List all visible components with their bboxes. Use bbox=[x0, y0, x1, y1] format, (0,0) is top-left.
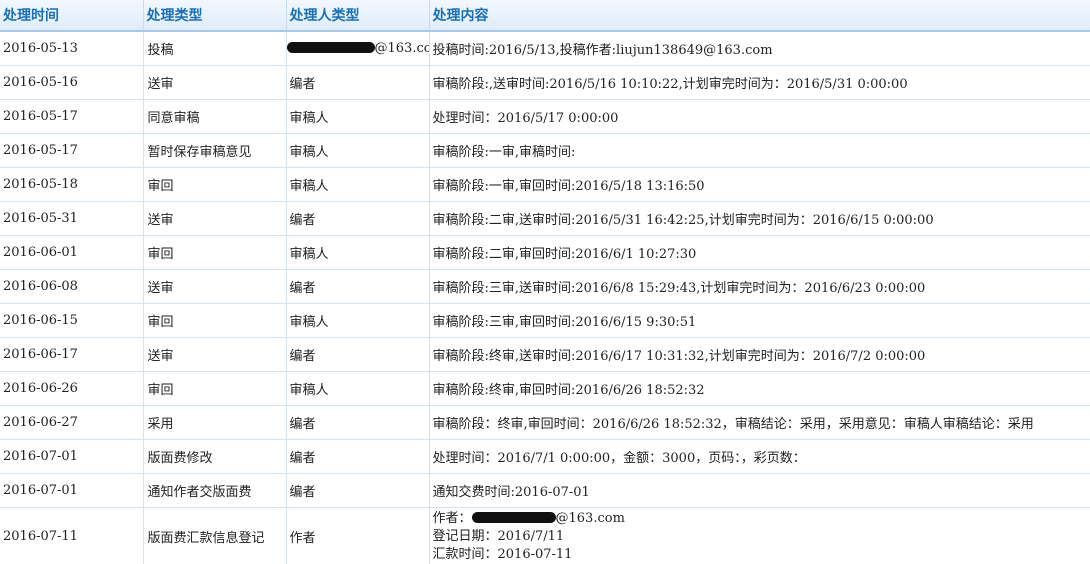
cell-content: 审稿阶段:二审,审回时间:2016/6/1 10:27:30 bbox=[429, 235, 1090, 270]
cell-type: 审回 bbox=[143, 167, 287, 202]
header-time: 处理时间 bbox=[0, 0, 144, 32]
cell-type: 版面费修改 bbox=[143, 439, 287, 474]
cell-content: 审稿阶段:一审,审稿时间: bbox=[429, 133, 1090, 168]
table-row: 2016-05-13 投稿 @163.com 投稿时间:2016/5/13,投稿… bbox=[0, 31, 1090, 66]
cell-content: 处理时间：2016/5/17 0:00:00 bbox=[429, 99, 1090, 134]
header-role: 处理人类型 bbox=[286, 0, 430, 32]
cell-type: 送审 bbox=[143, 269, 287, 304]
cell-time: 2016-05-13 bbox=[0, 31, 144, 66]
redacted-email-suffix: @163.com bbox=[374, 41, 429, 56]
cell-type: 审回 bbox=[143, 235, 287, 270]
table-header-row: 处理时间 处理类型 处理人类型 处理内容 bbox=[0, 0, 1090, 32]
cell-role: 审稿人 bbox=[286, 303, 430, 338]
redaction-mark bbox=[471, 512, 556, 523]
cell-role: 编者 bbox=[286, 405, 430, 440]
cell-type: 送审 bbox=[143, 201, 287, 236]
cell-role: 编者 bbox=[286, 439, 430, 474]
table-row: 2016-05-18 审回 审稿人 审稿阶段:一审,审回时间:2016/5/18… bbox=[0, 167, 1090, 202]
table-row: 2016-06-15 审回 审稿人 审稿阶段:三审,审回时间:2016/6/15… bbox=[0, 303, 1090, 338]
cell-time: 2016-06-15 bbox=[0, 303, 144, 338]
cell-role: 审稿人 bbox=[286, 235, 430, 270]
cell-content: 通知交费时间:2016-07-01 bbox=[429, 473, 1090, 508]
cell-time: 2016-05-17 bbox=[0, 133, 144, 168]
cell-content: 投稿时间:2016/5/13,投稿作者:liujun138649@163.com bbox=[429, 31, 1090, 66]
cell-time: 2016-05-17 bbox=[0, 99, 144, 134]
redaction-mark bbox=[286, 42, 375, 53]
table-row: 2016-06-01 审回 审稿人 审稿阶段:二审,审回时间:2016/6/1 … bbox=[0, 235, 1090, 270]
cell-time: 2016-05-18 bbox=[0, 167, 144, 202]
cell-role: 编者 bbox=[286, 65, 430, 100]
remittance-time-line: 汇款时间：2016-07-11 bbox=[432, 547, 573, 562]
cell-time: 2016-06-27 bbox=[0, 405, 144, 440]
cell-type: 暂时保存审稿意见 bbox=[143, 133, 287, 168]
cell-content: 审稿阶段:三审,审回时间:2016/6/15 9:30:51 bbox=[429, 303, 1090, 338]
cell-content: 审稿阶段:一审,审回时间:2016/5/18 13:16:50 bbox=[429, 167, 1090, 202]
cell-content: 审稿阶段:三审,送审时间:2016/6/8 15:29:43,计划审完时间为：2… bbox=[429, 269, 1090, 304]
cell-type: 审回 bbox=[143, 303, 287, 338]
table-row: 2016-06-26 审回 审稿人 审稿阶段:终审,审回时间:2016/6/26… bbox=[0, 371, 1090, 406]
cell-time: 2016-05-31 bbox=[0, 201, 144, 236]
table-row: 2016-05-16 送审 编者 审稿阶段:,送审时间:2016/5/16 10… bbox=[0, 65, 1090, 100]
cell-content: 审稿阶段:终审,审回时间:2016/6/26 18:52:32 bbox=[429, 371, 1090, 406]
cell-type: 同意审稿 bbox=[143, 99, 287, 134]
cell-role: 审稿人 bbox=[286, 133, 430, 168]
cell-role: 编者 bbox=[286, 337, 430, 372]
table-row: 2016-05-17 同意审稿 审稿人 处理时间：2016/5/17 0:00:… bbox=[0, 99, 1090, 134]
cell-role: 编者 bbox=[286, 201, 430, 236]
cell-role: @163.com bbox=[286, 31, 430, 66]
table-row: 2016-07-01 版面费修改 编者 处理时间：2016/7/1 0:00:0… bbox=[0, 439, 1090, 474]
cell-content: 审稿阶段:终审,送审时间:2016/6/17 10:31:32,计划审完时间为：… bbox=[429, 337, 1090, 372]
registration-date-line: 登记日期：2016/7/11 bbox=[432, 529, 565, 544]
header-type: 处理类型 bbox=[143, 0, 287, 32]
cell-role: 编者 bbox=[286, 473, 430, 508]
cell-type: 送审 bbox=[143, 337, 287, 372]
cell-content: 处理时间：2016/7/1 0:00:00，金额：3000，页码：，彩页数： bbox=[429, 439, 1090, 474]
table-row: 2016-06-27 采用 编者 审稿阶段：终审,审回时间：2016/6/26 … bbox=[0, 405, 1090, 440]
cell-role: 审稿人 bbox=[286, 99, 430, 134]
cell-content: 审稿阶段：终审,审回时间：2016/6/26 18:52:32，审稿结论：采用，… bbox=[429, 405, 1090, 440]
cell-type: 送审 bbox=[143, 65, 287, 100]
header-content: 处理内容 bbox=[429, 0, 1090, 32]
table-row: 2016-07-01 通知作者交版面费 编者 通知交费时间:2016-07-01 bbox=[0, 473, 1090, 508]
cell-time: 2016-07-01 bbox=[0, 439, 144, 474]
table-row: 2016-06-17 送审 编者 审稿阶段:终审,送审时间:2016/6/17 … bbox=[0, 337, 1090, 372]
cell-content: 作者： @163.com 登记日期：2016/7/11 汇款时间：2016-07-… bbox=[429, 507, 1090, 564]
processing-log-table: 处理时间 处理类型 处理人类型 处理内容 2016-05-13 投稿 @163.… bbox=[0, 0, 1090, 564]
cell-time: 2016-06-01 bbox=[0, 235, 144, 270]
cell-time: 2016-07-11 bbox=[0, 507, 144, 564]
cell-role: 作者 bbox=[286, 507, 430, 564]
author-label: 作者： bbox=[432, 511, 472, 526]
table-row: 2016-06-08 送审 编者 审稿阶段:三审,送审时间:2016/6/8 1… bbox=[0, 269, 1090, 304]
remittance-details: 作者： @163.com 登记日期：2016/7/11 汇款时间：2016-07-… bbox=[433, 510, 1090, 564]
cell-role: 审稿人 bbox=[286, 167, 430, 202]
cell-time: 2016-06-26 bbox=[0, 371, 144, 406]
remittance-author-line: 作者： @163.com bbox=[433, 510, 1090, 528]
cell-role: 审稿人 bbox=[286, 371, 430, 406]
cell-type: 通知作者交版面费 bbox=[143, 473, 287, 508]
cell-time: 2016-07-01 bbox=[0, 473, 144, 508]
redacted-email-suffix: @163.com bbox=[555, 511, 625, 526]
cell-type: 版面费汇款信息登记 bbox=[143, 507, 287, 564]
table-row: 2016-05-31 送审 编者 审稿阶段:二审,送审时间:2016/5/31 … bbox=[0, 201, 1090, 236]
table-row: 2016-07-11 版面费汇款信息登记 作者 作者： @163.com 登记日期… bbox=[0, 507, 1090, 564]
cell-role: 编者 bbox=[286, 269, 430, 304]
cell-type: 审回 bbox=[143, 371, 287, 406]
cell-content: 审稿阶段:,送审时间:2016/5/16 10:10:22,计划审完时间为：20… bbox=[429, 65, 1090, 100]
cell-content: 审稿阶段:二审,送审时间:2016/5/31 16:42:25,计划审完时间为：… bbox=[429, 201, 1090, 236]
cell-type: 采用 bbox=[143, 405, 287, 440]
cell-type: 投稿 bbox=[143, 31, 287, 66]
cell-time: 2016-05-16 bbox=[0, 65, 144, 100]
cell-time: 2016-06-08 bbox=[0, 269, 144, 304]
table-row: 2016-05-17 暂时保存审稿意见 审稿人 审稿阶段:一审,审稿时间: bbox=[0, 133, 1090, 168]
cell-time: 2016-06-17 bbox=[0, 337, 144, 372]
